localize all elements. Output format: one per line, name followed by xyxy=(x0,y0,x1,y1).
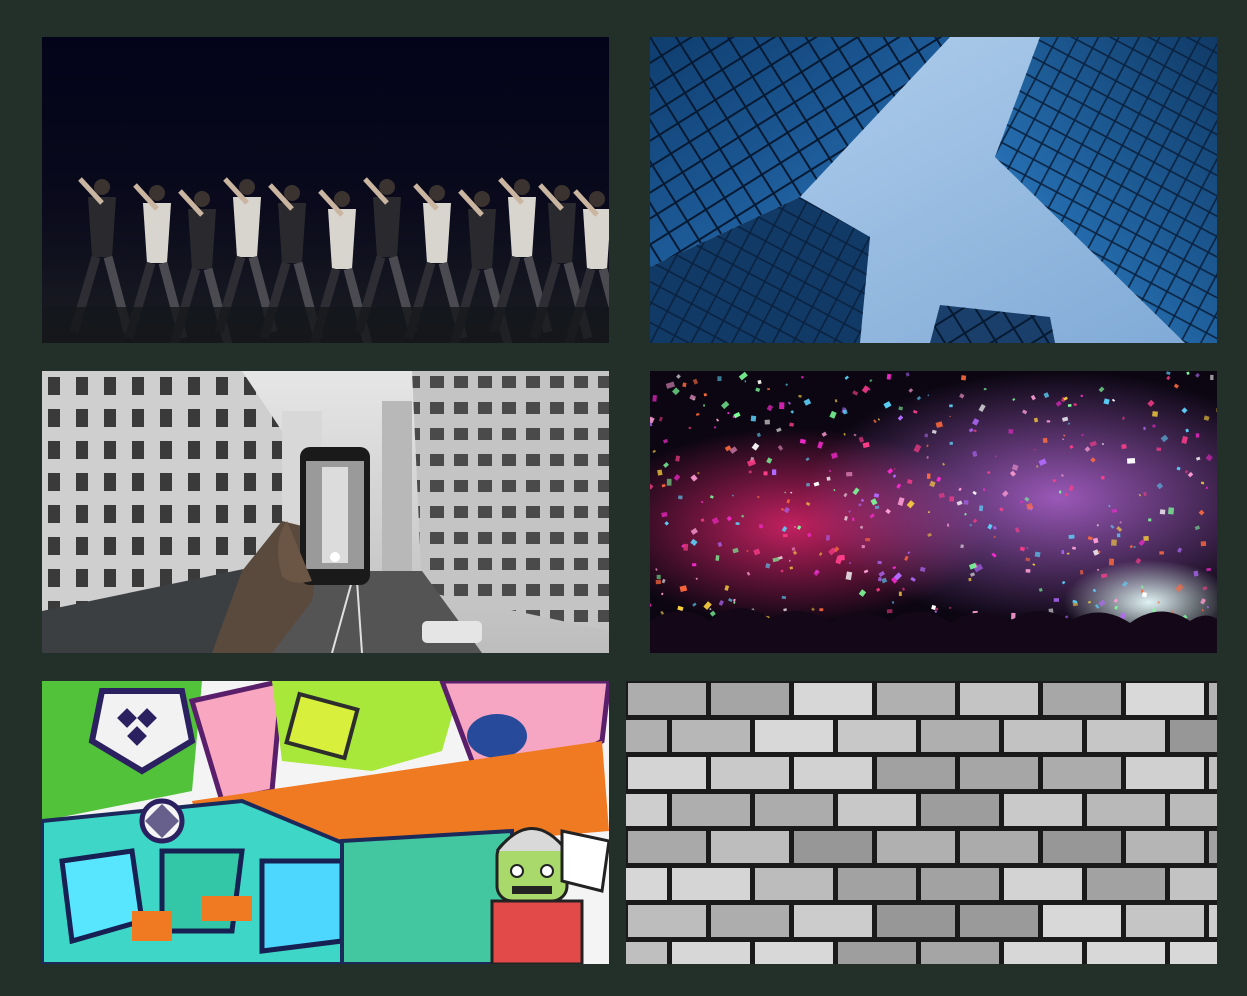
skyscrapers-photo xyxy=(650,37,1217,343)
phone-street-photo xyxy=(42,371,609,653)
brick-wall-photo xyxy=(626,681,1217,964)
dance-crew-image xyxy=(42,37,609,343)
brick-wall-image xyxy=(626,681,1217,964)
dance-crew-photo xyxy=(42,37,609,343)
phone-street-image xyxy=(42,371,609,653)
confetti-concert-photo xyxy=(650,371,1217,653)
confetti-concert-image xyxy=(650,371,1217,653)
graffiti-wall-photo xyxy=(42,681,609,964)
graffiti-wall-image xyxy=(42,681,609,964)
photo-collage xyxy=(0,0,1247,996)
skyscrapers-image xyxy=(650,37,1217,343)
